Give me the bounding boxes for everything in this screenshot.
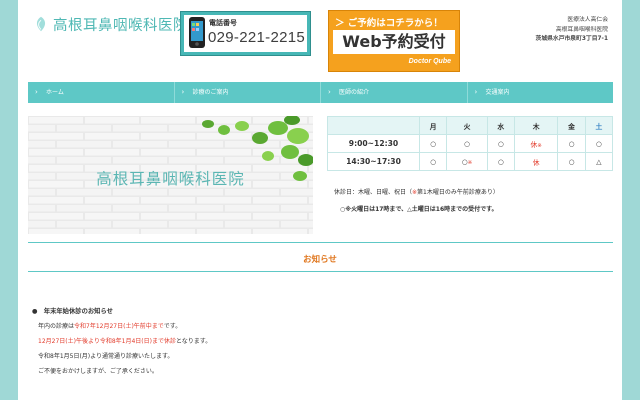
clinic-address: 茨城県水戸市泉町3丁目7-1 [535,36,608,42]
web-reservation-tagline: ＞ ご予約はコチラから！ [335,18,443,29]
hours-cell: ○ [418,134,448,153]
clinic-logo[interactable]: 高根耳鼻咽喉科医院 [32,12,188,36]
day-header-sat: 土 [584,116,614,135]
hours-row-morning: 9:00~12:30 ○ ○ ○ 休※ ○ ○ [327,134,614,153]
logo-leaf-icon [36,16,46,32]
hours-cell: ○ [557,152,586,171]
clinic-info: 医療法人高仁会 高根耳鼻咽喉科医院 茨城県水戸市泉町3丁目7-1 [536,16,608,45]
hours-time-morning: 9:00~12:30 [327,134,420,153]
hours-cell: ○ [486,134,515,153]
hours-cell: ○ [486,152,515,171]
web-reservation-title: Web予約受付 [333,30,455,54]
closed-days-note: 休診日：木曜、日曜、祝日（※第1木曜日のみ午前診療あり） [334,187,499,196]
closed-days-prefix: 休診日：木曜、日曜、祝日（ [334,189,413,196]
hours-corner-cell [327,116,420,135]
nav-item-label: 交通案内 [485,89,510,96]
hero-image: 高根耳鼻咽喉科医院 [28,116,313,234]
nav-item-label: 診療のご案内 [192,89,229,96]
hours-cell-closed: 休 [513,152,559,171]
chevron-right-icon: › [328,88,331,96]
clinic-full-name: 高根耳鼻咽喉科医院 [555,26,608,33]
news-line: ご不便をおかけしますが、ご了承ください。 [38,368,158,375]
web-reservation-button[interactable]: ＞ ご予約はコチラから！ Web予約受付 Doctor Qube [328,10,460,72]
news-line: 12月27日(土)午後より令和8年1月4日(日)まで休診となります。 [38,336,211,345]
hours-cell: ○ [418,152,448,171]
news-divider-bottom [28,271,613,272]
day-header-tue: 火 [446,116,488,135]
day-header-fri: 金 [557,116,586,135]
hours-row-afternoon: 14:30~17:30 ○ ○※ ○ 休 ○ △ [327,152,614,171]
nav-item-label: 医師の紹介 [339,89,370,96]
phone-banner[interactable]: 電話番号 029-221-2215 [180,11,311,56]
closed-mark: 休 [532,158,540,167]
hours-cell-closed: 休※ [513,134,559,153]
news-heading: お知らせ [303,255,337,265]
hours-cell: ○※ [446,152,488,171]
nav-item-access[interactable]: › 交通案内 [466,82,614,103]
chevron-right-icon: › [474,88,478,96]
nav-item-label: ホーム [46,89,64,96]
hours-cell: ○ [557,134,586,153]
news-line: 年内の診療は令和7年12月27日(土)午前中までです。 [38,321,181,330]
news-text: 年内の診療は [38,323,75,330]
closed-days-suffix: 第1木曜日のみ午前診療あり） [417,189,499,196]
consultation-hours-table: 月 火 水 木 金 土 9:00~12:30 ○ ○ ○ 休※ ○ ○ 14:3… [327,116,614,171]
clinic-corporation: 医療法人高仁会 [567,17,608,23]
day-header-wed: 水 [486,116,515,135]
clinic-name: 高根耳鼻咽喉科医院 [53,17,188,34]
news-highlight: 令和7年12月27日(土)午前中まで [74,323,164,330]
hours-cell: △ [584,152,614,171]
footnote-mark: ※ [467,159,473,166]
hours-cell: ○ [584,134,614,153]
global-nav: › ホーム › 診療のご案内 › 医師の紹介 › 交通案内 [28,82,613,103]
chevron-right-icon: › [35,88,38,96]
news-text: です。 [163,323,182,330]
nav-item-treatment[interactable]: › 診療のご案内 [173,82,321,103]
smartphone-icon [189,17,205,48]
day-header-mon: 月 [418,116,448,135]
chevron-right-icon: › [181,88,185,96]
day-header-thu: 木 [513,116,559,135]
phone-number: 029-221-2215 [208,29,306,46]
news-line: 令和8年1月5日(月)より通常通り診療いたします。 [38,353,174,360]
web-reservation-provider: Doctor Qube [408,58,451,65]
hours-cell: ○ [446,134,488,153]
nav-item-doctor[interactable]: › 医師の紹介 [320,82,467,103]
footnote-mark: ※ [537,142,542,149]
phone-banner-inner: 電話番号 029-221-2215 [184,15,307,52]
nav-item-home[interactable]: › ホーム [28,82,174,103]
news-divider-top [28,242,613,243]
phone-label: 電話番号 [209,19,237,27]
reception-hours-note: ○※火曜日は17時まで、△土曜日は16時までの受付です。 [340,206,498,213]
hours-header-row: 月 火 水 木 金 土 [327,116,614,135]
hours-time-afternoon: 14:30~17:30 [327,152,420,171]
page-container: 高根耳鼻咽喉科医院 電話番号 029-221-2215 ＞ ご予約はコチラから！… [18,0,622,400]
hero-clinic-name: 高根耳鼻咽喉科医院 [96,170,245,188]
news-item-title: ● 年末年始休診のお知らせ [32,308,113,315]
news-highlight: 12月27日(土)午後より令和8年1月4日(日)まで休診 [38,338,176,345]
news-text: となります。 [175,338,212,345]
